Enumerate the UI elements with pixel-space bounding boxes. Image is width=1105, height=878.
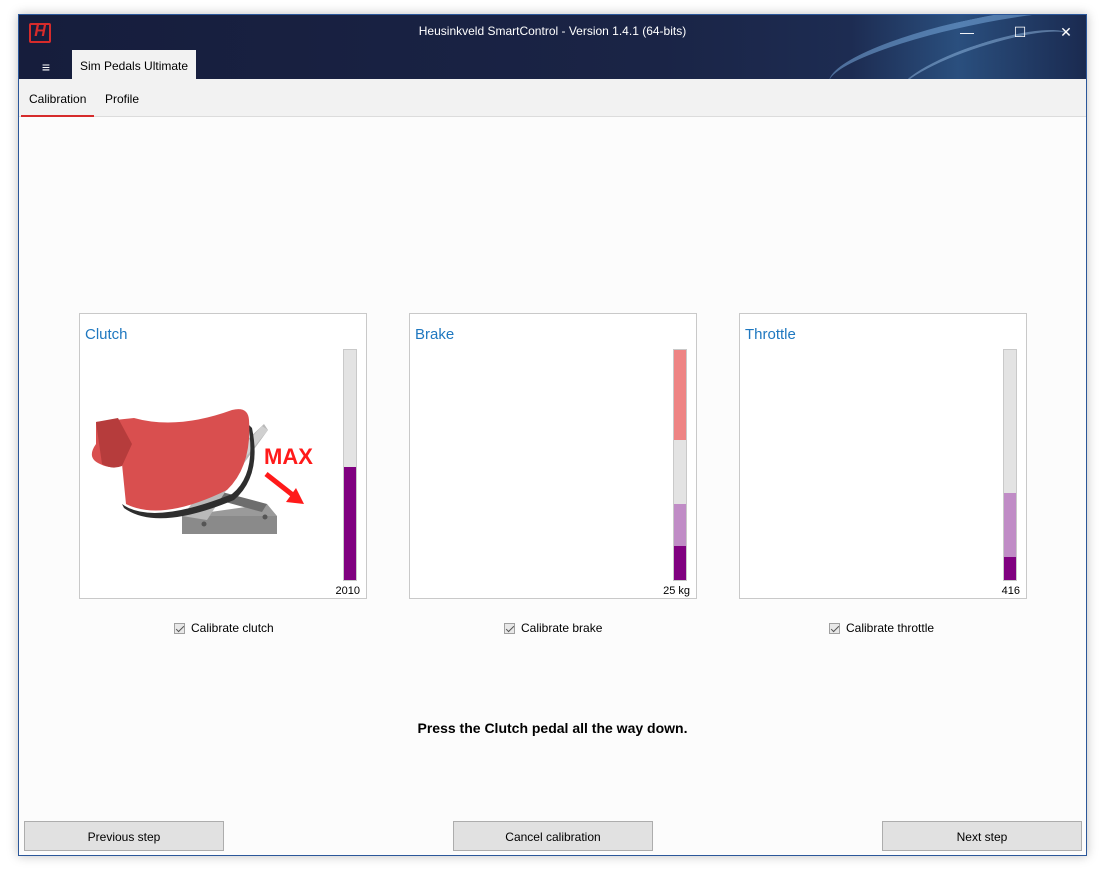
- calibrate-brake-checkbox[interactable]: Calibrate brake: [504, 620, 602, 636]
- checkbox-check-icon[interactable]: [829, 622, 840, 634]
- tab-profile[interactable]: Profile: [97, 79, 147, 115]
- brake-bar-segment: [674, 350, 686, 440]
- previous-step-button[interactable]: Previous step: [24, 821, 224, 851]
- throttle-bar-segment: [1004, 492, 1016, 557]
- checkbox-check-icon[interactable]: [504, 622, 515, 634]
- title-bar: H Heusinkveld SmartControl - Version 1.4…: [19, 15, 1086, 79]
- window-title: Heusinkveld SmartControl - Version 1.4.1…: [418, 24, 687, 38]
- brake-bar-segment: [674, 545, 686, 580]
- calibrate-clutch-checkbox[interactable]: Calibrate clutch: [174, 620, 274, 636]
- brake-bar: [673, 349, 687, 581]
- brake-bar-segment: [674, 439, 686, 505]
- app-window: H Heusinkveld SmartControl - Version 1.4…: [18, 14, 1087, 856]
- brake-title: Brake: [415, 326, 455, 343]
- next-step-button[interactable]: Next step: [882, 821, 1082, 851]
- hamburger-menu-icon[interactable]: ≡: [29, 55, 63, 79]
- throttle-bar-segment: [1004, 557, 1016, 580]
- clutch-panel: Clutch MAX 2010: [79, 313, 367, 599]
- device-tab[interactable]: Sim Pedals Ultimate: [72, 50, 197, 79]
- throttle-bar-segment: [1004, 350, 1016, 493]
- calibrate-clutch-label: Calibrate clutch: [191, 621, 274, 635]
- brake-bar-segment: [674, 504, 686, 546]
- clutch-title: Clutch: [85, 326, 128, 343]
- subtab-bar: Calibration Profile: [19, 79, 1086, 117]
- calibrate-brake-label: Calibrate brake: [521, 621, 603, 635]
- throttle-value: 416: [1001, 585, 1020, 597]
- pedal-foot-press-icon: MAX: [91, 409, 313, 534]
- calibrate-throttle-checkbox[interactable]: Calibrate throttle: [829, 620, 934, 636]
- close-button[interactable]: ✕: [1043, 19, 1086, 45]
- brake-panel: Brake 25 kg: [409, 313, 697, 599]
- cancel-calibration-button[interactable]: Cancel calibration: [453, 821, 653, 851]
- clutch-bar-fill: [344, 467, 356, 580]
- minimize-button[interactable]: —: [944, 19, 990, 45]
- throttle-bar: [1003, 349, 1017, 581]
- throttle-title: Throttle: [745, 326, 796, 343]
- calibrate-throttle-label: Calibrate throttle: [846, 621, 935, 635]
- brake-value: 25 kg: [663, 585, 690, 597]
- throttle-panel: Throttle 416: [739, 313, 1027, 599]
- checkbox-check-icon[interactable]: [174, 622, 185, 634]
- clutch-value: 2010: [335, 585, 360, 597]
- max-label: MAX: [264, 444, 313, 469]
- instruction-text: Press the Clutch pedal all the way down.: [417, 720, 688, 736]
- tab-calibration[interactable]: Calibration: [21, 79, 95, 117]
- maximize-button[interactable]: ☐: [997, 19, 1043, 45]
- clutch-bar: [343, 349, 357, 581]
